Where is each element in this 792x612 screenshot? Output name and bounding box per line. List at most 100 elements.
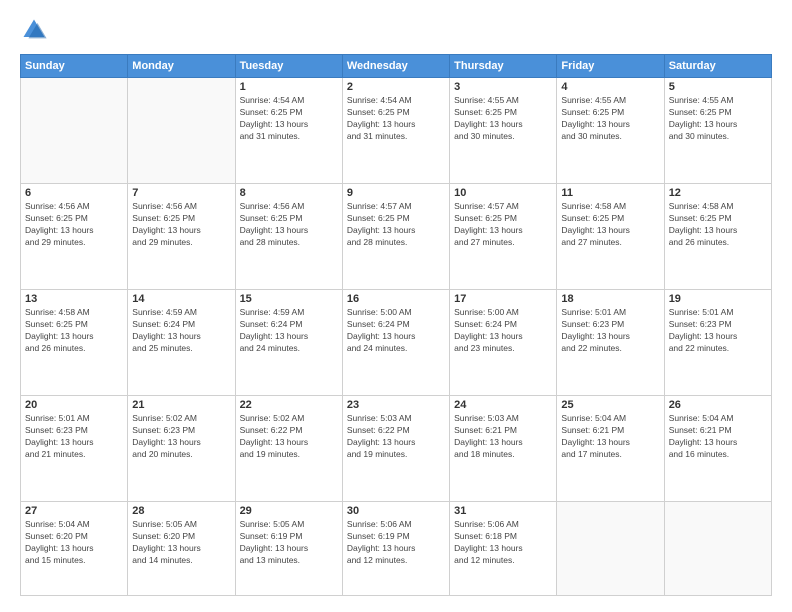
calendar-cell: 23 Sunrise: 5:03 AM Sunset: 6:22 PM Dayli…	[342, 396, 449, 502]
calendar-week-row: 6 Sunrise: 4:56 AM Sunset: 6:25 PM Daylig…	[21, 184, 772, 290]
day-number: 12	[669, 187, 767, 199]
day-number: 21	[132, 399, 230, 411]
calendar-cell: 17 Sunrise: 5:00 AM Sunset: 6:24 PM Dayli…	[450, 290, 557, 396]
calendar-cell	[664, 502, 771, 596]
calendar-cell: 18 Sunrise: 5:01 AM Sunset: 6:23 PM Dayli…	[557, 290, 664, 396]
day-info: Sunrise: 4:57 AM Sunset: 6:25 PM Dayligh…	[454, 201, 552, 249]
calendar-cell: 29 Sunrise: 5:05 AM Sunset: 6:19 PM Dayli…	[235, 502, 342, 596]
day-number: 2	[347, 81, 445, 93]
day-info: Sunrise: 5:03 AM Sunset: 6:21 PM Dayligh…	[454, 413, 552, 461]
header-day: Sunday	[21, 55, 128, 78]
calendar-cell: 26Sunrise: 5:04 AM Sunset: 6:21 PM Dayli…	[664, 396, 771, 502]
day-info: Sunrise: 5:02 AM Sunset: 6:23 PM Dayligh…	[132, 413, 230, 461]
day-number: 18	[561, 293, 659, 305]
day-info: Sunrise: 5:04 AM Sunset: 6:20 PM Dayligh…	[25, 519, 123, 567]
day-number: 13	[25, 293, 123, 305]
day-number: 29	[240, 505, 338, 517]
calendar-cell: 20Sunrise: 5:01 AM Sunset: 6:23 PM Dayli…	[21, 396, 128, 502]
day-number: 28	[132, 505, 230, 517]
day-number: 22	[240, 399, 338, 411]
calendar-week-row: 27 Sunrise: 5:04 AM Sunset: 6:20 PM Dayli…	[21, 502, 772, 596]
header-day: Saturday	[664, 55, 771, 78]
calendar-cell: 12Sunrise: 4:58 AM Sunset: 6:25 PM Dayli…	[664, 184, 771, 290]
day-number: 17	[454, 293, 552, 305]
day-number: 6	[25, 187, 123, 199]
day-number: 25	[561, 399, 659, 411]
day-number: 11	[561, 187, 659, 199]
day-info: Sunrise: 5:05 AM Sunset: 6:20 PM Dayligh…	[132, 519, 230, 567]
calendar-cell: 30 Sunrise: 5:06 AM Sunset: 6:19 PM Dayli…	[342, 502, 449, 596]
calendar-week-row: 20Sunrise: 5:01 AM Sunset: 6:23 PM Dayli…	[21, 396, 772, 502]
day-info: Sunrise: 5:06 AM Sunset: 6:19 PM Dayligh…	[347, 519, 445, 567]
calendar-cell: 24 Sunrise: 5:03 AM Sunset: 6:21 PM Dayli…	[450, 396, 557, 502]
day-number: 15	[240, 293, 338, 305]
header-day: Wednesday	[342, 55, 449, 78]
day-number: 30	[347, 505, 445, 517]
calendar-cell: 14 Sunrise: 4:59 AM Sunset: 6:24 PM Dayli…	[128, 290, 235, 396]
calendar-cell: 7Sunrise: 4:56 AM Sunset: 6:25 PM Daylig…	[128, 184, 235, 290]
day-info: Sunrise: 5:00 AM Sunset: 6:24 PM Dayligh…	[454, 307, 552, 355]
day-info: Sunrise: 5:03 AM Sunset: 6:22 PM Dayligh…	[347, 413, 445, 461]
day-info: Sunrise: 4:57 AM Sunset: 6:25 PM Dayligh…	[347, 201, 445, 249]
day-info: Sunrise: 5:01 AM Sunset: 6:23 PM Dayligh…	[25, 413, 123, 461]
day-info: Sunrise: 5:06 AM Sunset: 6:18 PM Dayligh…	[454, 519, 552, 567]
day-info: Sunrise: 4:56 AM Sunset: 6:25 PM Dayligh…	[240, 201, 338, 249]
day-info: Sunrise: 4:58 AM Sunset: 6:25 PM Dayligh…	[561, 201, 659, 249]
calendar-cell: 28 Sunrise: 5:05 AM Sunset: 6:20 PM Dayli…	[128, 502, 235, 596]
day-number: 9	[347, 187, 445, 199]
day-info: Sunrise: 4:54 AM Sunset: 6:25 PM Dayligh…	[347, 95, 445, 143]
day-number: 14	[132, 293, 230, 305]
calendar-cell: 19Sunrise: 5:01 AM Sunset: 6:23 PM Dayli…	[664, 290, 771, 396]
header-day: Friday	[557, 55, 664, 78]
day-info: Sunrise: 5:05 AM Sunset: 6:19 PM Dayligh…	[240, 519, 338, 567]
calendar-cell: 13 Sunrise: 4:58 AM Sunset: 6:25 PM Dayli…	[21, 290, 128, 396]
day-info: Sunrise: 4:58 AM Sunset: 6:25 PM Dayligh…	[25, 307, 123, 355]
calendar-cell: 16Sunrise: 5:00 AM Sunset: 6:24 PM Dayli…	[342, 290, 449, 396]
calendar-cell: 27 Sunrise: 5:04 AM Sunset: 6:20 PM Dayli…	[21, 502, 128, 596]
day-info: Sunrise: 5:01 AM Sunset: 6:23 PM Dayligh…	[561, 307, 659, 355]
logo-icon	[20, 16, 48, 44]
day-number: 24	[454, 399, 552, 411]
calendar-cell: 22 Sunrise: 5:02 AM Sunset: 6:22 PM Dayli…	[235, 396, 342, 502]
calendar-cell: 11 Sunrise: 4:58 AM Sunset: 6:25 PM Dayli…	[557, 184, 664, 290]
day-info: Sunrise: 5:04 AM Sunset: 6:21 PM Dayligh…	[561, 413, 659, 461]
day-number: 27	[25, 505, 123, 517]
header-day: Monday	[128, 55, 235, 78]
calendar-cell: 6 Sunrise: 4:56 AM Sunset: 6:25 PM Daylig…	[21, 184, 128, 290]
day-number: 8	[240, 187, 338, 199]
day-number: 3	[454, 81, 552, 93]
calendar-cell: 5Sunrise: 4:55 AM Sunset: 6:25 PM Daylig…	[664, 78, 771, 184]
header-day: Thursday	[450, 55, 557, 78]
day-info: Sunrise: 4:56 AM Sunset: 6:25 PM Dayligh…	[132, 201, 230, 249]
day-number: 16	[347, 293, 445, 305]
page: SundayMondayTuesdayWednesdayThursdayFrid…	[0, 0, 792, 612]
calendar-cell	[128, 78, 235, 184]
day-info: Sunrise: 4:55 AM Sunset: 6:25 PM Dayligh…	[561, 95, 659, 143]
calendar-cell: 8 Sunrise: 4:56 AM Sunset: 6:25 PM Daylig…	[235, 184, 342, 290]
day-number: 19	[669, 293, 767, 305]
day-info: Sunrise: 5:02 AM Sunset: 6:22 PM Dayligh…	[240, 413, 338, 461]
calendar-cell	[557, 502, 664, 596]
calendar-cell: 21 Sunrise: 5:02 AM Sunset: 6:23 PM Dayli…	[128, 396, 235, 502]
logo	[20, 16, 52, 44]
day-number: 31	[454, 505, 552, 517]
day-number: 26	[669, 399, 767, 411]
calendar-cell: 1 Sunrise: 4:54 AM Sunset: 6:25 PM Daylig…	[235, 78, 342, 184]
day-number: 5	[669, 81, 767, 93]
calendar-cell: 10 Sunrise: 4:57 AM Sunset: 6:25 PM Dayli…	[450, 184, 557, 290]
day-number: 23	[347, 399, 445, 411]
day-number: 1	[240, 81, 338, 93]
calendar-cell: 2 Sunrise: 4:54 AM Sunset: 6:25 PM Daylig…	[342, 78, 449, 184]
calendar-table: SundayMondayTuesdayWednesdayThursdayFrid…	[20, 54, 772, 596]
day-info: Sunrise: 4:55 AM Sunset: 6:25 PM Dayligh…	[454, 95, 552, 143]
calendar-cell: 3 Sunrise: 4:55 AM Sunset: 6:25 PM Daylig…	[450, 78, 557, 184]
day-info: Sunrise: 4:56 AM Sunset: 6:25 PM Dayligh…	[25, 201, 123, 249]
day-info: Sunrise: 4:54 AM Sunset: 6:25 PM Dayligh…	[240, 95, 338, 143]
calendar-cell: 9 Sunrise: 4:57 AM Sunset: 6:25 PM Daylig…	[342, 184, 449, 290]
calendar-week-row: 1 Sunrise: 4:54 AM Sunset: 6:25 PM Daylig…	[21, 78, 772, 184]
day-number: 10	[454, 187, 552, 199]
day-info: Sunrise: 4:59 AM Sunset: 6:24 PM Dayligh…	[132, 307, 230, 355]
day-number: 4	[561, 81, 659, 93]
header	[20, 16, 772, 44]
calendar-cell: 15Sunrise: 4:59 AM Sunset: 6:24 PM Dayli…	[235, 290, 342, 396]
